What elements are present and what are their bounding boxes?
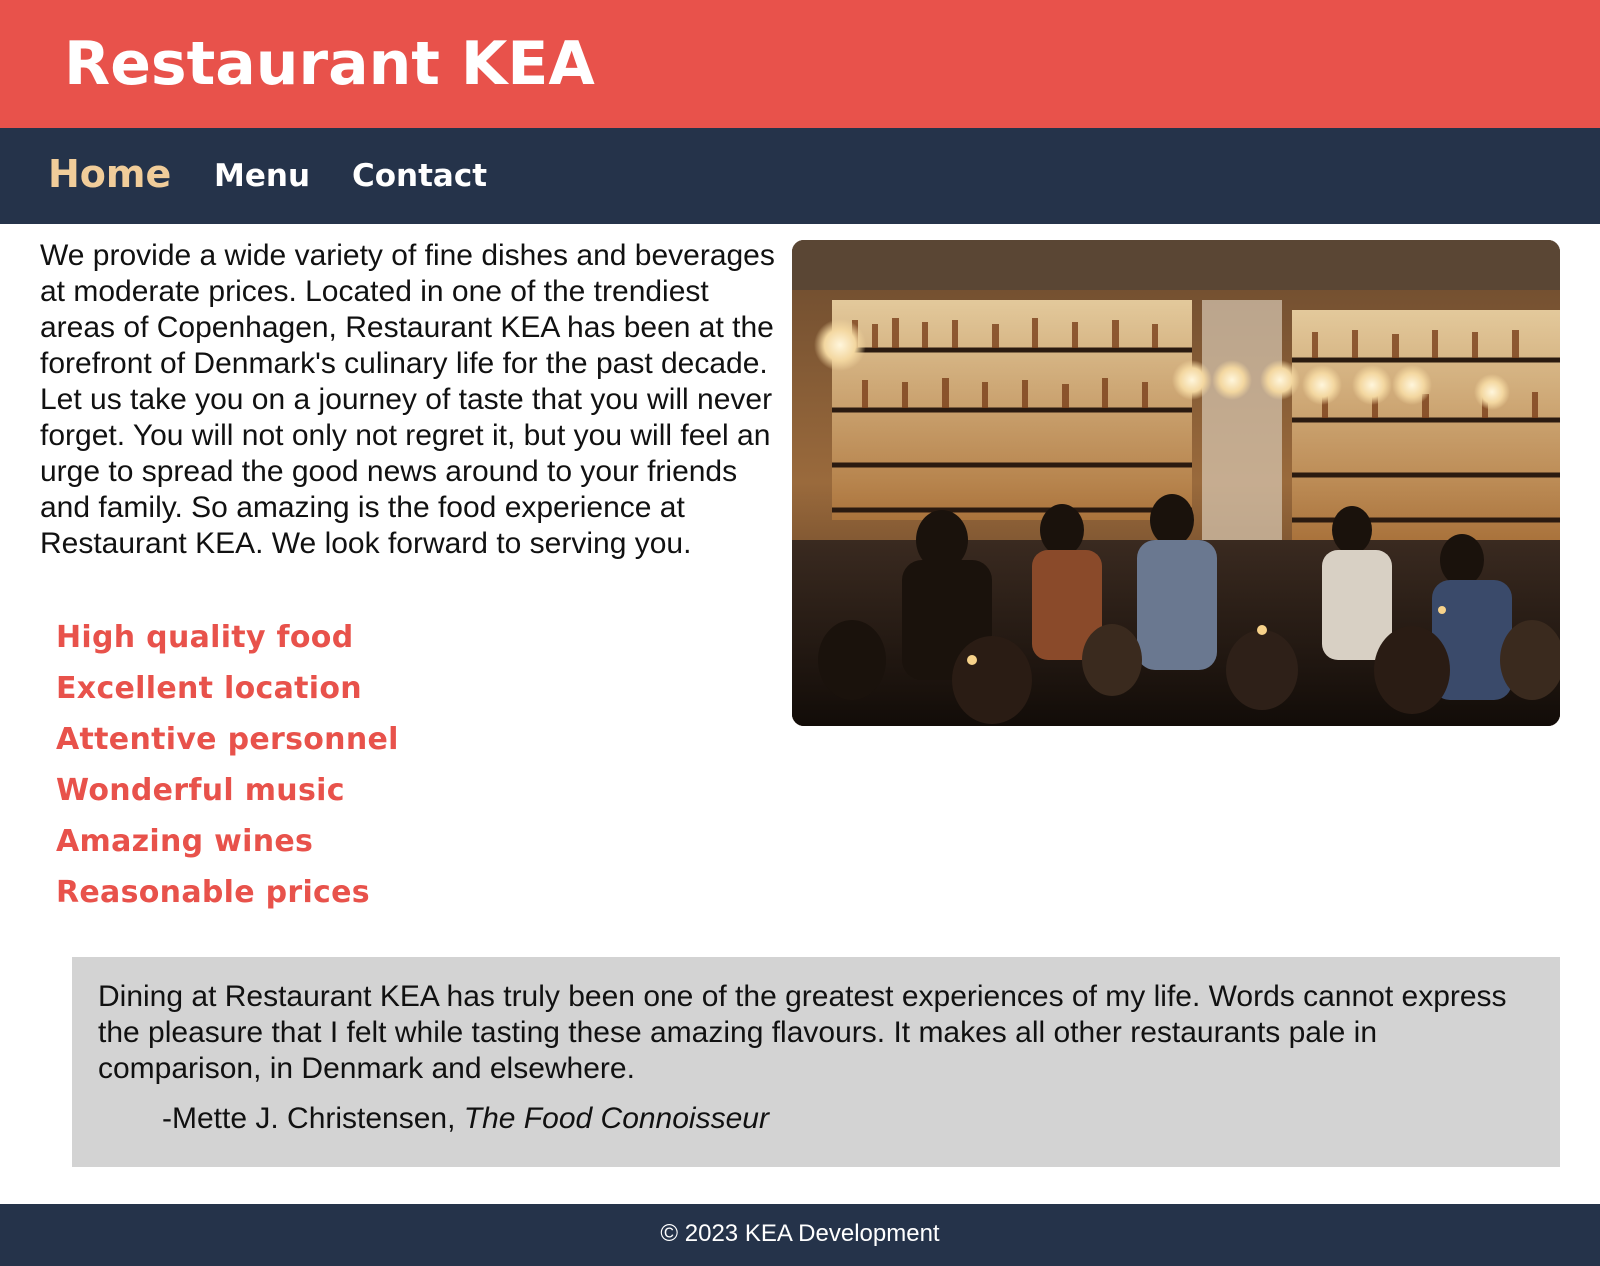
intro-paragraph: We provide a wide variety of fine dishes… [40, 239, 775, 560]
nav-link-home[interactable]: Home [48, 150, 171, 198]
main-nav: Home Menu Contact [0, 128, 1600, 224]
restaurant-bar-scene [792, 240, 1560, 726]
testimonial-quote: Dining at Restaurant KEA has truly been … [98, 980, 1507, 1085]
site-footer: © 2023 KEA Development [0, 1204, 1600, 1266]
site-title: Restaurant KEA [64, 29, 595, 99]
feature-item: Reasonable prices [56, 875, 370, 910]
feature-item: Amazing wines [56, 824, 314, 859]
feature-item: Wonderful music [56, 773, 345, 808]
testimonial-author: -Mette J. Christensen, [162, 1102, 464, 1135]
feature-item: Attentive personnel [56, 722, 399, 757]
nav-link-menu[interactable]: Menu [214, 156, 310, 196]
feature-item: Excellent location [56, 671, 362, 706]
site-header: Restaurant KEA [0, 0, 1600, 128]
features-list: High quality food Excellent location Att… [56, 618, 399, 924]
feature-item: High quality food [56, 620, 354, 655]
testimonial-source: The Food Connoisseur [463, 1102, 769, 1135]
testimonial-attribution: -Mette J. Christensen, The Food Connoiss… [162, 1101, 769, 1137]
restaurant-photo [792, 240, 1560, 726]
testimonial-box: Dining at Restaurant KEA has truly been … [72, 957, 1560, 1167]
nav-link-contact[interactable]: Contact [352, 156, 487, 196]
copyright-text: © 2023 KEA Development [660, 1220, 940, 1247]
